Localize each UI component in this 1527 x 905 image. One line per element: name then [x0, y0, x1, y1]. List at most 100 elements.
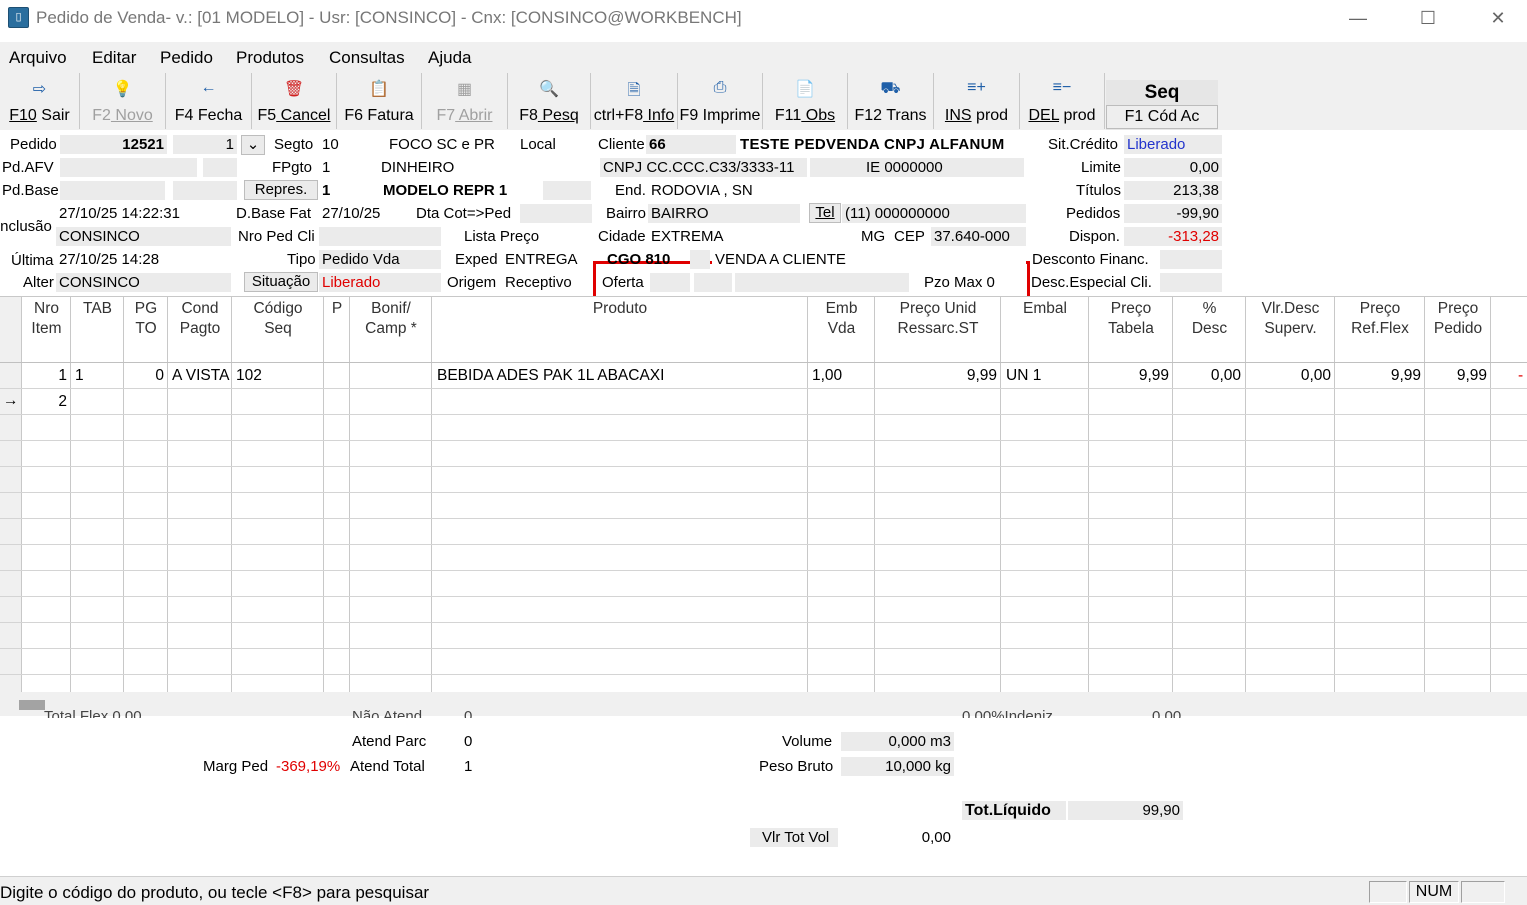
- row1-emb[interactable]: 1,00: [812, 367, 842, 385]
- header-preco-unid[interactable]: Preço Unid Ressarc.ST: [875, 299, 1001, 339]
- segto-field[interactable]: 10: [319, 135, 374, 154]
- oferta-label: Oferta: [602, 274, 644, 291]
- row1-embal[interactable]: UN 1: [1006, 367, 1041, 385]
- header-preco-pedido[interactable]: Preço Pedido: [1425, 299, 1491, 339]
- endereco-label: End.: [615, 182, 646, 199]
- exped-field[interactable]: ENTREGA: [502, 250, 592, 269]
- abrir-button[interactable]: ▦ F7 Abrir: [422, 73, 508, 129]
- horizontal-scroll-thumb[interactable]: [19, 700, 45, 710]
- oferta-field[interactable]: [650, 273, 690, 292]
- close-button[interactable]: ✕: [1483, 6, 1513, 30]
- horizontal-scrollbar[interactable]: [0, 692, 1527, 716]
- pdbase-field[interactable]: [60, 181, 165, 200]
- row1-nro[interactable]: 1: [22, 367, 67, 385]
- row1-cond[interactable]: A VISTA: [172, 367, 232, 385]
- row1-produto[interactable]: BEBIDA ADES PAK 1L ABACAXI: [437, 367, 664, 385]
- header-bonif-camp[interactable]: Bonif/Camp *: [350, 299, 432, 339]
- menu-consultas[interactable]: Consultas: [329, 48, 405, 68]
- sitcredito-label: Sit.Crédito: [1048, 136, 1119, 153]
- row1-preco-tabela[interactable]: 9,99: [1089, 367, 1169, 385]
- menu-ajuda[interactable]: Ajuda: [428, 48, 471, 68]
- nropedcli-field[interactable]: [319, 227, 441, 246]
- menu-produtos[interactable]: Produtos: [236, 48, 304, 68]
- pesquisa-button[interactable]: 🔍 F8 Pesq: [508, 73, 591, 129]
- fatura-button[interactable]: 📋 F6 Fatura: [337, 73, 422, 129]
- menu-editar[interactable]: Editar: [92, 48, 136, 68]
- cod-acesso-button[interactable]: F1 Cód Ac: [1106, 105, 1218, 129]
- inclusao-date-field: 27/10/25 14:22:31: [56, 204, 231, 223]
- header-preco-tabela[interactable]: Preço Tabela: [1089, 299, 1173, 339]
- pdafv-extra-field[interactable]: [203, 158, 237, 177]
- cgo-label: CGO 810: [607, 251, 671, 268]
- pesobruto-label: Peso Bruto: [759, 758, 834, 775]
- pedido-seq-field[interactable]: 1: [173, 135, 237, 154]
- row1-tab[interactable]: 1: [75, 367, 84, 385]
- fpgto-field[interactable]: 1: [319, 158, 374, 177]
- info-button[interactable]: 🗎 ctrl+F8 Info: [591, 73, 678, 129]
- cancel-button[interactable]: 🗑 F5 Cancel: [252, 73, 337, 129]
- pedido-dropdown-button[interactable]: ⌄: [241, 135, 265, 155]
- row1-preco-ref[interactable]: 9,99: [1335, 367, 1421, 385]
- imprime-button[interactable]: ⎙ F9 Imprime: [678, 73, 763, 129]
- header-tab[interactable]: TAB: [71, 299, 124, 319]
- fecha-button[interactable]: ← F4 Fecha: [166, 73, 252, 129]
- header-preco-ref[interactable]: Preço Ref.Flex: [1335, 299, 1425, 339]
- uf-field: MG: [861, 228, 886, 245]
- row1-codigo[interactable]: 102: [236, 367, 262, 385]
- menu-pedido[interactable]: Pedido: [160, 48, 213, 68]
- tipo-field[interactable]: Pedido Vda: [319, 250, 441, 269]
- row1-desc[interactable]: 0,00: [1173, 367, 1241, 385]
- header-desc[interactable]: % Desc: [1173, 299, 1246, 339]
- novo-button[interactable]: 💡 F2 Novo: [80, 73, 166, 129]
- menu-arquivo[interactable]: Arquivo: [9, 48, 67, 68]
- row1-preco-unid[interactable]: 9,99: [875, 367, 997, 385]
- cliente-code-field[interactable]: 66: [646, 135, 736, 154]
- repres-field[interactable]: 1: [319, 181, 374, 200]
- pdbase-extra-field[interactable]: [173, 181, 237, 200]
- header-p[interactable]: P: [324, 299, 350, 319]
- volume-label: Volume: [782, 733, 833, 750]
- fpgto-desc-field: DINHEIRO: [378, 158, 588, 177]
- header-cond-pagto[interactable]: Cond Pagto: [168, 299, 232, 339]
- vlrtotvol-label: Vlr Tot Vol: [750, 828, 838, 847]
- header-emb-vda[interactable]: Emb Vda: [808, 299, 875, 339]
- dtacot-label: Dta Cot=>Ped: [416, 205, 512, 222]
- pdafv-field[interactable]: [60, 158, 197, 177]
- exped-label: Exped: [455, 251, 498, 268]
- margped-label: Marg Ped: [203, 758, 269, 775]
- row2-nro[interactable]: 2: [22, 393, 67, 411]
- row1-pgto[interactable]: 0: [124, 367, 164, 385]
- current-row-arrow-icon: →: [3, 392, 19, 409]
- header-produto[interactable]: Produto: [432, 299, 808, 319]
- repres-button[interactable]: Repres.: [244, 180, 318, 200]
- obs-button[interactable]: 📄 F11 Obs: [763, 73, 848, 129]
- pedidos-field: -99,90: [1124, 204, 1222, 223]
- dtacot-field[interactable]: [520, 204, 592, 223]
- header-embal[interactable]: Embal: [1001, 299, 1089, 319]
- trans-button[interactable]: ⛟ F12 Trans: [848, 73, 934, 129]
- header-nro-item[interactable]: Nro Item: [22, 299, 71, 339]
- header-vlr-desc[interactable]: Vlr.Desc Superv.: [1246, 299, 1335, 339]
- ins-prod-button[interactable]: ≡+ INS prod: [934, 73, 1020, 129]
- minimize-button[interactable]: —: [1343, 6, 1373, 30]
- tel-field: (11) 000000000: [842, 204, 1026, 223]
- maximize-button[interactable]: ☐: [1413, 6, 1443, 30]
- row1-preco-pedido[interactable]: 9,99: [1425, 367, 1487, 385]
- items-grid[interactable]: Nro Item TAB PG TO Cond Pagto Código Seq P B…: [0, 296, 1527, 693]
- sair-button[interactable]: ⇨ F10 Sair: [0, 73, 80, 129]
- title-bar: ▯ Pedido de Venda- v.: [01 MODELO] - Usr…: [0, 0, 1527, 38]
- header-pgto[interactable]: PG TO: [124, 299, 168, 339]
- pesobruto-field: 10,000 kg: [841, 757, 954, 776]
- dispon-field: -313,28: [1124, 227, 1222, 246]
- inclusao-user-field: CONSINCO: [56, 227, 231, 246]
- cidade-field: EXTREMA: [648, 227, 853, 246]
- tel-button[interactable]: Tel: [809, 203, 841, 223]
- pedido-field[interactable]: 12521: [60, 135, 167, 154]
- situacao-button[interactable]: Situação: [244, 272, 318, 292]
- status-bar: Digite o código do produto, ou tecle <F8…: [0, 876, 1527, 905]
- document-icon: 🗎: [627, 82, 641, 99]
- header-codigo-seq[interactable]: Código Seq: [232, 299, 324, 339]
- dbasefat-field[interactable]: 27/10/25: [319, 204, 393, 223]
- del-prod-button[interactable]: ≡− DEL prod: [1020, 73, 1105, 129]
- row1-vlr-desc[interactable]: 0,00: [1246, 367, 1331, 385]
